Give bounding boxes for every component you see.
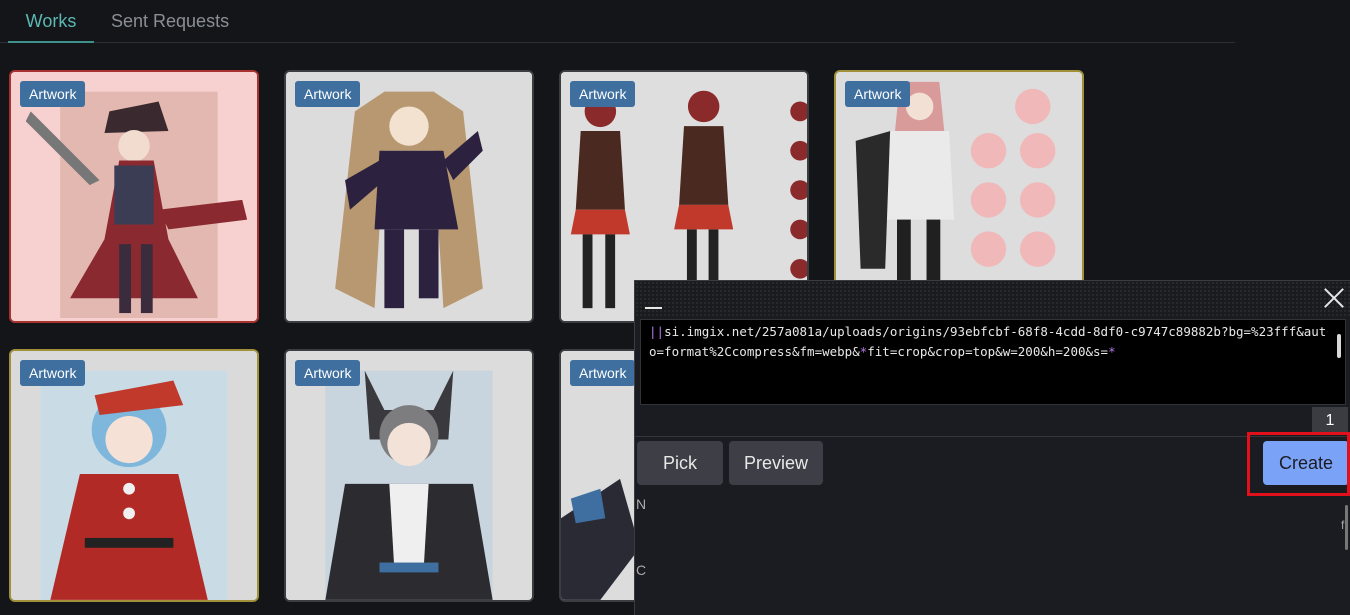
artwork-badge: Artwork [295, 81, 361, 107]
artwork-badge: Artwork [20, 81, 86, 107]
url-editor-popup: ||si.imgix.net/257a081a/uploads/origins/… [634, 280, 1350, 615]
artwork-image [286, 351, 532, 600]
partial-text: f [1341, 518, 1345, 532]
tab-bar: Works Sent Requests [0, 0, 1235, 43]
artwork-badge: Artwork [570, 81, 636, 107]
line-count: 1 [1312, 407, 1348, 435]
artwork-card[interactable]: Artwork [284, 349, 534, 602]
artwork-badge: Artwork [20, 360, 86, 386]
editor-prefix: || [649, 324, 665, 339]
artwork-card[interactable]: Artwork [284, 70, 534, 323]
editor-scrollbar[interactable] [1337, 334, 1341, 358]
preview-button[interactable]: Preview [729, 441, 823, 485]
divider [635, 436, 1350, 437]
editor-wildcard: * [1108, 344, 1116, 359]
minimize-icon[interactable] [645, 285, 663, 309]
artwork-card[interactable]: Artwork [9, 70, 259, 323]
pick-button[interactable]: Pick [637, 441, 723, 485]
artwork-badge: Artwork [295, 360, 361, 386]
editor-text-part-2: fit=crop&crop=top&w=200&h=200&s= [867, 344, 1109, 359]
artwork-image [11, 72, 257, 321]
artwork-image [286, 72, 532, 321]
artwork-card[interactable]: Artwork [9, 349, 259, 602]
side-scrollbar[interactable] [1345, 505, 1348, 550]
tab-sent-requests[interactable]: Sent Requests [111, 0, 229, 43]
partial-text: N [636, 496, 647, 512]
artwork-badge: Artwork [845, 81, 911, 107]
artwork-image [11, 351, 257, 600]
close-icon[interactable] [1323, 287, 1345, 309]
app-root: Works Sent Requests Artwork Artwork Artw… [0, 0, 1350, 615]
popup-title-bar[interactable] [635, 281, 1350, 317]
partial-text: C [636, 562, 647, 578]
artwork-badge: Artwork [570, 360, 636, 386]
url-text-editor[interactable]: ||si.imgix.net/257a081a/uploads/origins/… [640, 319, 1346, 405]
create-button[interactable]: Create [1263, 441, 1349, 485]
tab-works[interactable]: Works [8, 0, 94, 43]
